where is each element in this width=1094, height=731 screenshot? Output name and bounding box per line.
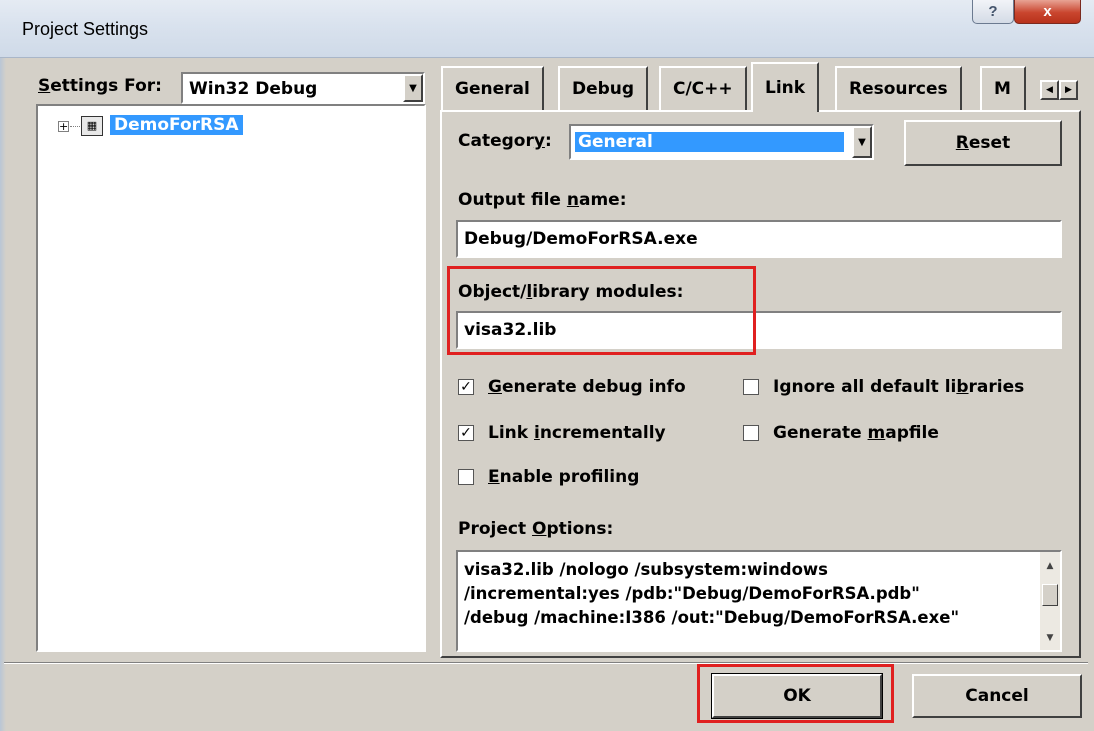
tab-more[interactable]: M — [980, 66, 1026, 110]
help-icon: ? — [988, 3, 998, 20]
tab-general[interactable]: General — [441, 66, 544, 110]
title-bar[interactable]: Project Settings ? x — [0, 0, 1094, 58]
output-file-label: Output file name: — [458, 190, 627, 210]
tab-cpp[interactable]: C/C++ — [659, 66, 747, 110]
checkbox-unchecked-icon — [743, 425, 759, 441]
project-options-label: Project Options: — [458, 519, 614, 539]
chevron-down-icon[interactable]: ▼ — [852, 126, 872, 158]
ignore-default-libraries-checkbox[interactable]: Ignore all default libraries — [743, 377, 1024, 397]
cancel-button[interactable]: Cancel — [912, 674, 1082, 718]
category-value: General — [575, 132, 844, 152]
category-combo[interactable]: General ▼ — [569, 124, 874, 160]
project-options-textarea[interactable]: visa32.lib /nologo /subsystem:windows /i… — [456, 550, 1062, 652]
tab-resources[interactable]: Resources — [835, 66, 962, 110]
options-scrollbar[interactable]: ▲ ▼ — [1040, 552, 1060, 650]
scroll-up-icon[interactable]: ▲ — [1040, 556, 1060, 576]
highlight-box-object-library — [447, 266, 756, 355]
project-icon: ▦ — [81, 116, 103, 136]
output-file-input[interactable]: Debug/DemoForRSA.exe — [456, 220, 1062, 258]
checkbox-checked-icon: ✓ — [458, 425, 474, 441]
generate-mapfile-checkbox[interactable]: Generate mapfile — [743, 423, 939, 443]
scroll-down-icon[interactable]: ▼ — [1040, 628, 1060, 648]
settings-for-value: Win32 Debug — [189, 79, 318, 99]
close-icon: x — [1043, 3, 1052, 20]
tab-scroll-left-icon[interactable]: ◀ — [1040, 80, 1059, 100]
category-label: Category: — [458, 131, 552, 151]
reset-button[interactable]: Reset — [904, 120, 1062, 166]
help-button[interactable]: ? — [972, 0, 1014, 24]
scroll-thumb[interactable] — [1042, 584, 1058, 606]
link-incrementally-checkbox[interactable]: ✓ Link incrementally — [458, 423, 666, 443]
tree-expand-icon[interactable]: + — [58, 121, 69, 132]
tab-link[interactable]: Link — [751, 62, 820, 112]
highlight-box-ok — [697, 664, 894, 723]
enable-profiling-checkbox[interactable]: Enable profiling — [458, 467, 639, 487]
footer-divider — [4, 662, 1088, 664]
tab-debug[interactable]: Debug — [558, 66, 649, 110]
project-tree[interactable]: + ▦ DemoForRSA — [36, 104, 426, 652]
project-options-text: visa32.lib /nologo /subsystem:windows /i… — [464, 560, 960, 627]
generate-debug-info-checkbox[interactable]: ✓ Generate debug info — [458, 377, 686, 397]
tab-scroll-right-icon[interactable]: ▶ — [1059, 80, 1078, 100]
chevron-down-icon[interactable]: ▼ — [403, 74, 423, 102]
checkbox-unchecked-icon — [743, 379, 759, 395]
project-settings-dialog: Project Settings ? x Settings For: Win32… — [0, 0, 1094, 731]
window-title: Project Settings — [22, 19, 149, 39]
window-frame-edge — [0, 58, 6, 731]
settings-for-label: Settings For: — [38, 76, 162, 96]
close-button[interactable]: x — [1014, 0, 1081, 24]
settings-for-combo[interactable]: Win32 Debug ▼ — [181, 72, 425, 104]
checkbox-checked-icon: ✓ — [458, 379, 474, 395]
tree-connector — [70, 126, 80, 127]
tree-item-demoforrsa[interactable]: DemoForRSA — [110, 115, 243, 135]
checkbox-unchecked-icon — [458, 469, 474, 485]
